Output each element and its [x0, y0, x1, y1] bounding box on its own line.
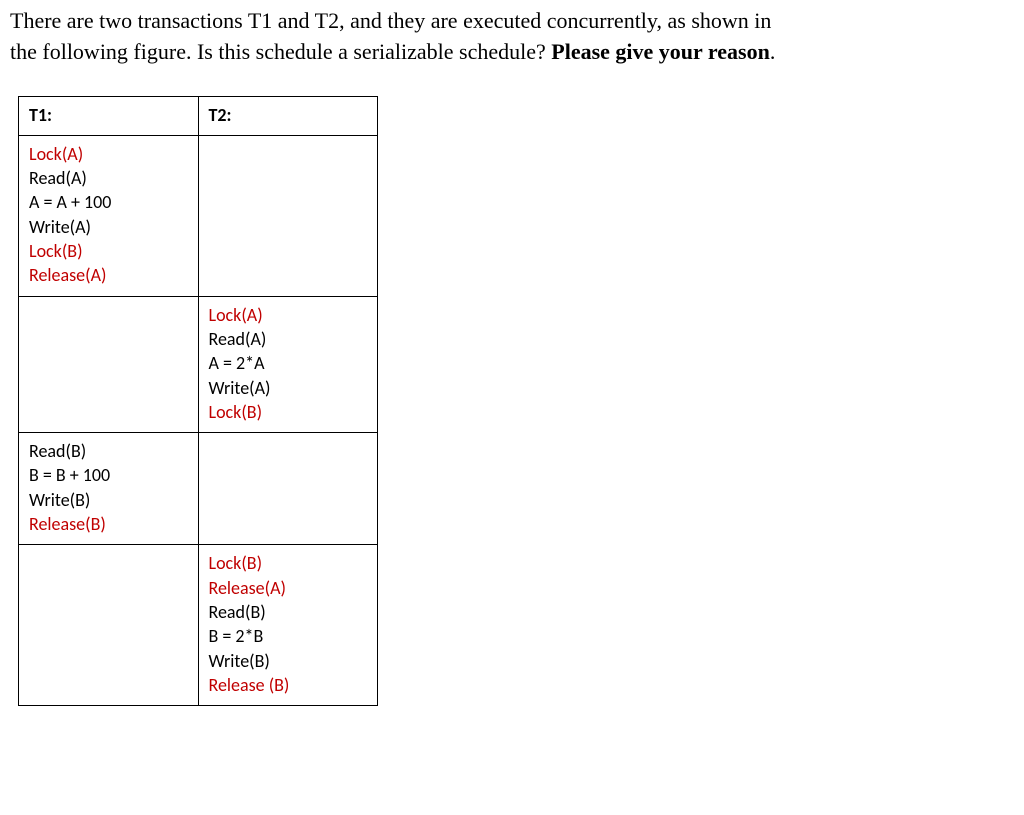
step3-t2: [198, 433, 378, 545]
header-t2: T2:: [198, 96, 378, 135]
step2-t2: Lock(A) Read(A) A = 2*A Write(A) Lock(B): [198, 296, 378, 432]
question-line2c: .: [770, 39, 776, 64]
step2-t1: [19, 296, 199, 432]
question-line2a: the following figure. Is this schedule a…: [10, 39, 551, 64]
step4-t1: [19, 545, 199, 706]
table-row: Read(B) B = B + 100 Write(B) Release(B): [19, 433, 378, 545]
step3-t1: Read(B) B = B + 100 Write(B) Release(B): [19, 433, 199, 545]
step1-t1: Lock(A) Read(A) A = A + 100 Write(A) Loc…: [19, 135, 199, 296]
table-row: Lock(A) Read(A) A = A + 100 Write(A) Loc…: [19, 135, 378, 296]
schedule-table: T1: T2: Lock(A) Read(A) A = A + 100 Writ…: [18, 96, 378, 707]
step4-t2: Lock(B) Release(A) Read(B) B = 2*B Write…: [198, 545, 378, 706]
step1-t2: [198, 135, 378, 296]
question-line1: There are two transactions T1 and T2, an…: [10, 8, 771, 33]
question-text: There are two transactions T1 and T2, an…: [10, 6, 1014, 68]
table-row: Lock(A) Read(A) A = 2*A Write(A) Lock(B): [19, 296, 378, 432]
table-header-row: T1: T2:: [19, 96, 378, 135]
table-row: Lock(B) Release(A) Read(B) B = 2*B Write…: [19, 545, 378, 706]
header-t1: T1:: [19, 96, 199, 135]
question-line2b: Please give your reason: [551, 39, 770, 64]
